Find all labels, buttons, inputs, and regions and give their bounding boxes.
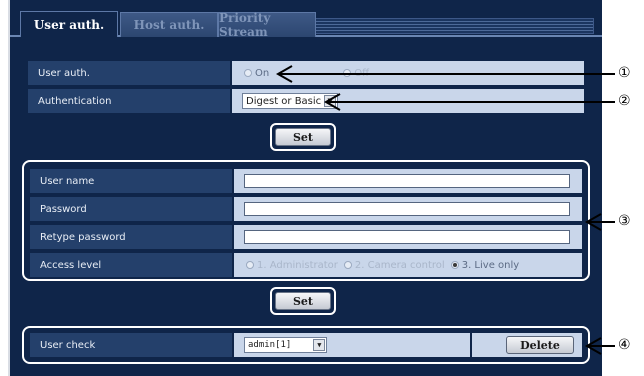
callout-1: ① xyxy=(618,65,631,81)
callout-4: ④ xyxy=(618,337,631,353)
callout-arrows xyxy=(275,65,615,355)
callout-2: ② xyxy=(618,93,631,109)
callout-3: ③ xyxy=(618,213,631,229)
